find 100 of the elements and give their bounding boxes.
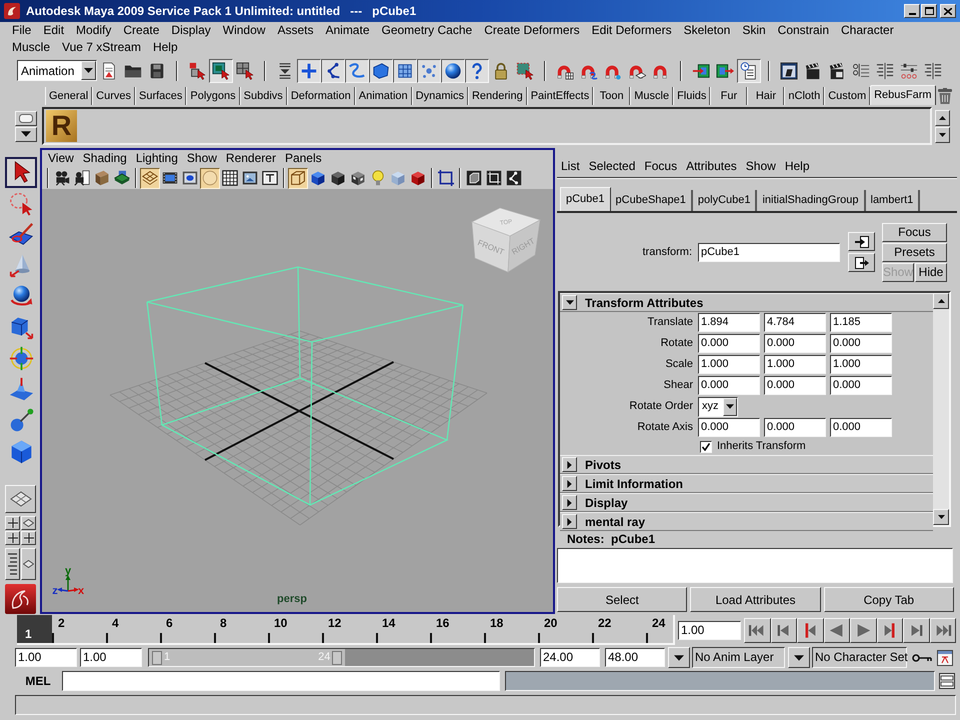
checkbox[interactable]: [700, 440, 712, 452]
number-field[interactable]: 4.784: [764, 313, 826, 332]
menu-item[interactable]: Panels: [284, 151, 322, 166]
start-time-field[interactable]: 1.00: [15, 648, 77, 667]
menu-item[interactable]: Selected: [588, 158, 636, 174]
playback-end-field[interactable]: 24.00: [540, 648, 600, 667]
shelf-menu-button[interactable]: [15, 110, 37, 126]
number-field[interactable]: 0.000: [698, 376, 760, 395]
script-editor-button[interactable]: [938, 672, 956, 690]
menu-item[interactable]: Attributes: [686, 158, 737, 174]
shelf-tab[interactable]: Toon: [593, 87, 630, 105]
menu-item[interactable]: Display: [171, 22, 211, 39]
slider-handle-icon[interactable]: [332, 650, 342, 664]
node-tab[interactable]: initialShadingGroup: [757, 190, 866, 211]
toolbar-button[interactable]: [297, 58, 321, 82]
section-toggle[interactable]: [562, 457, 577, 472]
menu-item[interactable]: Animate: [325, 22, 370, 39]
number-field[interactable]: 0.000: [764, 418, 826, 437]
menu-item[interactable]: Help: [784, 158, 810, 174]
shelf-tab[interactable]: Hair: [747, 87, 784, 105]
toolbar-button[interactable]: [465, 58, 489, 82]
section-toggle[interactable]: [562, 514, 577, 529]
shelf-tab[interactable]: Animation: [354, 87, 412, 105]
toolbar-button[interactable]: [321, 58, 345, 82]
toolbar-button[interactable]: [441, 58, 465, 82]
toolbar-button[interactable]: [393, 58, 417, 82]
select-output-button[interactable]: [848, 253, 875, 272]
shelf-tab[interactable]: Muscle: [630, 87, 674, 105]
end-time-field[interactable]: 48.00: [605, 648, 665, 667]
number-field[interactable]: 0.000: [830, 418, 892, 437]
shelf-tab[interactable]: Fur: [710, 87, 748, 105]
number-field[interactable]: 0.000: [698, 418, 760, 437]
shelf-tab[interactable]: General: [45, 87, 92, 105]
delete-shelf-button[interactable]: [936, 87, 954, 105]
rotate-order-dropdown[interactable]: xyz: [698, 396, 738, 416]
shelf-tab[interactable]: Surfaces: [134, 87, 186, 105]
anim-layer-menu-button[interactable]: [668, 647, 690, 668]
menu-item[interactable]: Window: [222, 22, 266, 39]
menu-item[interactable]: Lighting: [136, 151, 178, 166]
current-time-field[interactable]: 1.00: [678, 620, 741, 640]
play-forwards-button[interactable]: [850, 618, 876, 642]
shelf-tab[interactable]: Rendering: [468, 87, 527, 105]
menu-item[interactable]: Show: [186, 151, 217, 166]
close-button[interactable]: [940, 4, 956, 18]
scroll-down-button[interactable]: [935, 126, 950, 142]
toolbar-button[interactable]: [737, 58, 761, 82]
step-forward-button[interactable]: [903, 618, 930, 642]
footer-button[interactable]: Select: [557, 587, 688, 612]
shelf-tab[interactable]: Fluids: [673, 87, 710, 105]
section-header[interactable]: Limit Information: [560, 474, 933, 493]
layout-button[interactable]: [5, 485, 36, 513]
toolbar-button[interactable]: [220, 168, 240, 188]
character-set-field[interactable]: No Character Set: [812, 647, 907, 668]
menu-item[interactable]: Constrain: [778, 22, 830, 39]
toolbar-button[interactable]: [369, 58, 393, 82]
editor-button[interactable]: Presets: [882, 242, 947, 262]
editor-button[interactable]: Focus: [882, 222, 947, 242]
animation-preferences-button[interactable]: [936, 648, 954, 667]
toolbar-button[interactable]: [345, 58, 369, 82]
menu-item[interactable]: Geometry Cache: [382, 22, 472, 39]
section-header[interactable]: mental ray: [560, 512, 933, 531]
menu-item[interactable]: Edit Deformers: [592, 22, 672, 39]
time-ruler[interactable]: 1 2 4 6 8 10 12 14 16 18 20 22 24: [17, 615, 675, 645]
toolbar-button[interactable]: [72, 168, 92, 188]
step-forward-key-button[interactable]: [876, 618, 903, 642]
tool-button[interactable]: [5, 157, 37, 188]
play-backwards-button[interactable]: [824, 618, 850, 642]
node-tab[interactable]: pCubeShape1: [610, 190, 693, 211]
footer-button[interactable]: Copy Tab: [824, 587, 954, 612]
section-header[interactable]: Pivots: [560, 455, 933, 474]
maximize-button[interactable]: [921, 4, 937, 18]
menu-item[interactable]: Assets: [277, 22, 314, 39]
layout-button[interactable]: [21, 548, 36, 580]
editor-button[interactable]: Hide: [915, 262, 947, 282]
number-field[interactable]: 1.185: [830, 313, 892, 332]
menu-item[interactable]: Modify: [76, 22, 112, 39]
number-field[interactable]: 0.000: [830, 334, 892, 353]
footer-button[interactable]: Load Attributes: [690, 587, 821, 612]
menu-item[interactable]: Create: [123, 22, 160, 39]
shelf-button[interactable]: R: [46, 110, 77, 142]
section-toggle[interactable]: [562, 476, 577, 491]
number-field[interactable]: 0.000: [830, 376, 892, 395]
toolbar-button[interactable]: [436, 168, 456, 188]
layout-button[interactable]: [21, 516, 36, 530]
slider-handle-icon[interactable]: [152, 650, 162, 664]
toolbar-button[interactable]: [417, 58, 441, 82]
swirl-logo-icon[interactable]: [5, 584, 36, 614]
scrollbar[interactable]: [933, 293, 949, 525]
shelf-tab[interactable]: Curves: [92, 87, 135, 105]
layout-button[interactable]: [5, 531, 20, 545]
node-tab[interactable]: pCube1: [560, 187, 611, 211]
menu-item[interactable]: Help: [152, 39, 178, 56]
menu-item[interactable]: Skeleton: [684, 22, 730, 39]
menu-item[interactable]: Shading: [82, 151, 127, 166]
notes-field[interactable]: [557, 548, 953, 583]
menu-item[interactable]: Skin: [742, 22, 766, 39]
shelf-tab[interactable]: Deformation: [286, 87, 355, 105]
shelf-tab[interactable]: Dynamics: [412, 87, 468, 105]
section-toggle[interactable]: [562, 495, 577, 510]
number-field[interactable]: 1.000: [830, 355, 892, 374]
